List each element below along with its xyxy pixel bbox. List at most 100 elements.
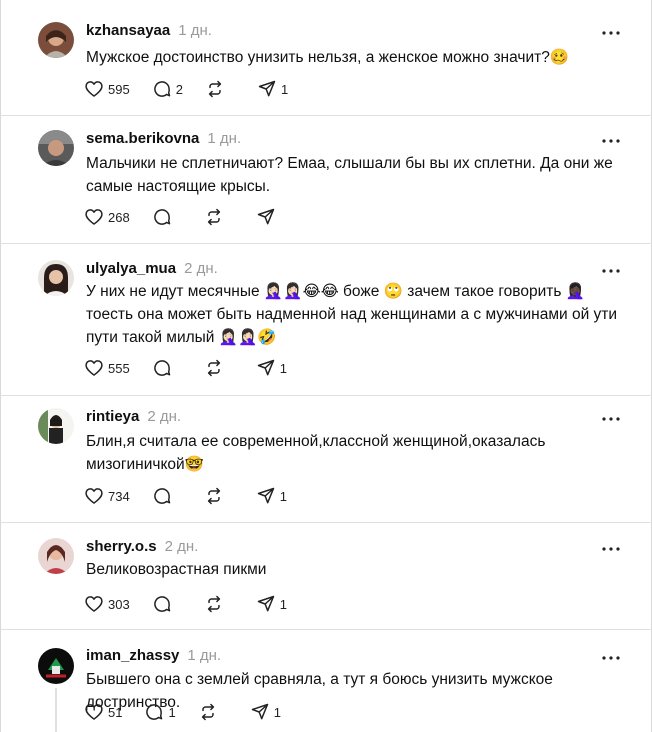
like-button[interactable]: 734 [84, 486, 130, 506]
send-icon [257, 208, 274, 225]
avatar[interactable] [38, 408, 74, 444]
post-time: 1 дн. [207, 130, 242, 147]
repost-icon [207, 208, 220, 226]
avatar[interactable] [38, 130, 74, 166]
comment-icon [153, 209, 170, 225]
username[interactable]: kzhansayaa [86, 22, 170, 39]
comment-icon [153, 81, 170, 97]
share-button[interactable]: 1 [256, 358, 287, 378]
avatar[interactable] [38, 648, 74, 684]
comment-text: Мальчики не сплетничают? Емаа, слышали б… [86, 155, 613, 195]
username[interactable]: ulyalya_mua [86, 260, 176, 277]
like-button[interactable]: 595 [84, 79, 130, 99]
reply-button[interactable]: 2 [152, 79, 183, 99]
action-bar: 555 1 [84, 358, 309, 378]
reply-button[interactable] [152, 594, 182, 614]
comment-icon [153, 360, 170, 376]
like-button[interactable]: 51 [84, 702, 122, 722]
repost-icon [207, 595, 220, 613]
reply-count: 2 [175, 81, 183, 97]
more-dots-icon[interactable] [600, 651, 622, 665]
reply-count: 1 [168, 704, 176, 720]
comment-text: Мужское достоинство унизить нельзя, а же… [86, 49, 570, 66]
more-dots-icon[interactable] [600, 412, 622, 426]
reply-button[interactable] [152, 207, 182, 227]
action-bar: 51 1 1 [84, 702, 303, 722]
comment-post: iman_zhassy 1 дн. Бывшего она с землей с… [18, 630, 634, 732]
like-count: 303 [108, 596, 130, 612]
share-count: 1 [279, 596, 287, 612]
action-bar: 268 [84, 207, 308, 227]
more-dots-icon[interactable] [600, 264, 622, 278]
post-time: 1 дн. [178, 22, 212, 39]
comment-icon [146, 704, 163, 720]
heart-icon [85, 360, 103, 376]
share-button[interactable]: 1 [256, 486, 287, 506]
heart-icon [85, 81, 103, 97]
more-dots-icon[interactable] [600, 26, 622, 40]
repost-button[interactable] [204, 207, 234, 227]
post-time: 1 дн. [187, 647, 222, 664]
comment-post: kzhansayaa 1 дн. Мужское достоинство уни… [0, 6, 652, 116]
comment-icon [153, 488, 170, 504]
heart-icon [85, 704, 103, 720]
repost-button[interactable] [204, 594, 234, 614]
reply-button[interactable] [152, 486, 182, 506]
share-count: 1 [279, 488, 287, 504]
username[interactable]: sherry.o.s [86, 538, 157, 555]
thread-line [55, 688, 57, 732]
repost-icon [207, 487, 220, 505]
avatar[interactable] [38, 22, 74, 58]
share-count: 1 [280, 81, 289, 97]
repost-button[interactable] [204, 486, 234, 506]
like-count: 555 [108, 360, 130, 376]
like-button[interactable]: 268 [84, 207, 130, 227]
share-button[interactable] [256, 207, 286, 227]
share-button[interactable]: 1 [250, 702, 281, 722]
heart-icon [85, 596, 103, 612]
comment-post: sema.berikovna 1 дн. Мальчики не сплетни… [0, 116, 652, 244]
share-count: 1 [273, 704, 281, 720]
more-dots-icon[interactable] [600, 542, 622, 556]
repost-icon [207, 359, 220, 377]
post-time: 2 дн. [164, 538, 199, 555]
action-bar: 734 1 [84, 486, 309, 506]
repost-icon [201, 703, 214, 721]
like-count: 595 [108, 81, 130, 97]
like-count: 51 [108, 704, 123, 720]
heart-icon [85, 209, 103, 225]
comment-post: rintieya 2 дн. Блин,я считала ее совреме… [0, 396, 652, 523]
like-button[interactable]: 303 [84, 594, 130, 614]
action-bar: 595 2 1 [84, 79, 310, 99]
send-icon [258, 80, 276, 97]
comment-post: sherry.o.s 2 дн. Великовозрастная пикми … [0, 523, 652, 630]
window-left-border [0, 0, 1, 732]
comment-text: Блин,я считала ее современной,классной ж… [86, 433, 546, 473]
like-count: 268 [108, 209, 130, 225]
repost-icon [208, 80, 222, 98]
share-button[interactable]: 1 [256, 594, 287, 614]
avatar[interactable] [38, 260, 74, 296]
username[interactable]: sema.berikovna [86, 130, 199, 147]
share-button[interactable]: 1 [257, 79, 288, 99]
post-time: 2 дн. [147, 408, 182, 425]
repost-button[interactable] [198, 702, 228, 722]
action-bar: 303 1 [84, 594, 309, 614]
send-icon [257, 359, 274, 376]
reply-button[interactable]: 1 [144, 702, 176, 722]
post-time: 2 дн. [184, 260, 218, 277]
comment-post: ulyalya_mua 2 дн. У них не идут месячные… [0, 244, 652, 396]
repost-button[interactable] [204, 358, 234, 378]
comment-text: У них не идут месячные 🤦🏻‍♀️🤦🏻‍♀️😂😂 боже… [86, 283, 618, 346]
more-dots-icon[interactable] [600, 134, 622, 148]
share-count: 1 [279, 360, 287, 376]
like-button[interactable]: 555 [84, 358, 130, 378]
reply-button[interactable] [152, 358, 182, 378]
username[interactable]: iman_zhassy [86, 647, 179, 664]
avatar[interactable] [38, 538, 74, 574]
repost-button[interactable] [205, 79, 235, 99]
username[interactable]: rintieya [86, 408, 139, 425]
send-icon [251, 703, 268, 720]
send-icon [257, 487, 274, 504]
comment-icon [153, 596, 170, 612]
